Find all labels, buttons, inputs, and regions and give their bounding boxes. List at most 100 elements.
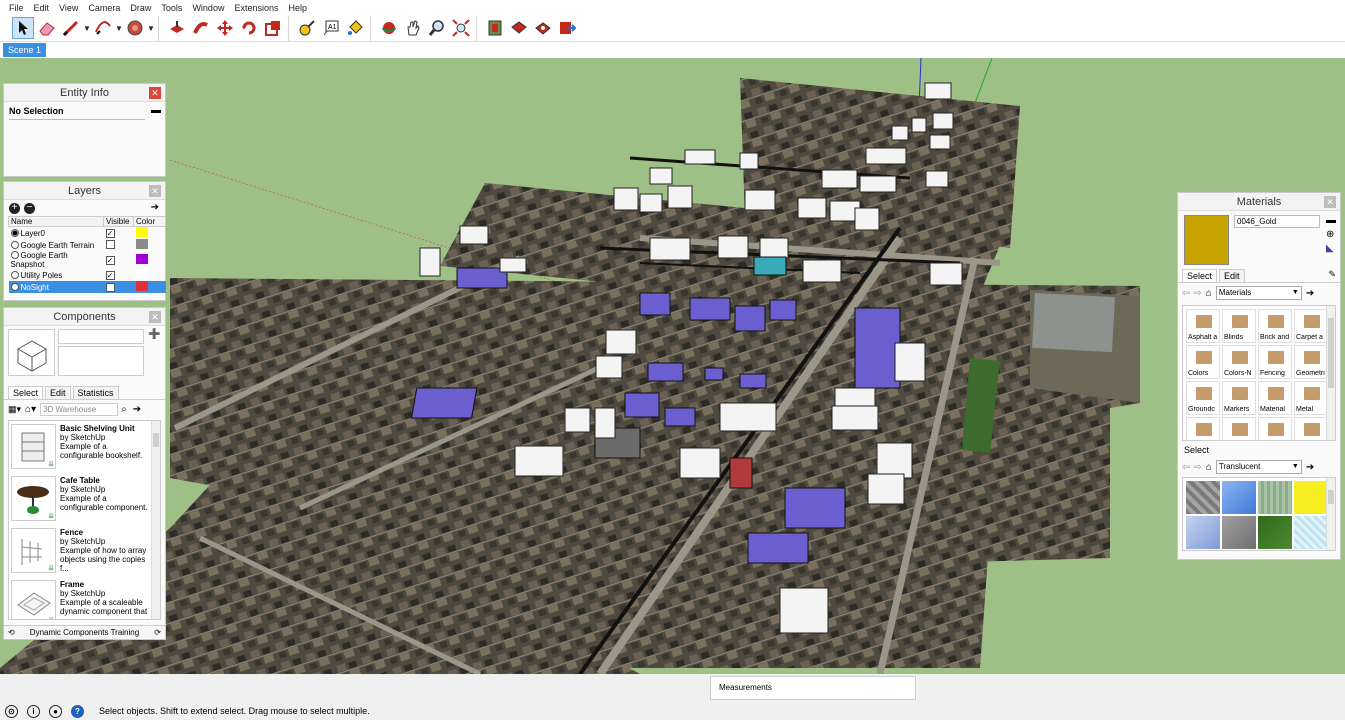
menu-tools[interactable]: Tools bbox=[156, 3, 187, 13]
material-folder[interactable]: Blinds bbox=[1222, 309, 1256, 343]
material-folder[interactable] bbox=[1294, 417, 1328, 440]
layer-name[interactable]: Utility Poles bbox=[21, 271, 63, 280]
materials-scrollbar[interactable] bbox=[1326, 306, 1335, 440]
add-layer-icon[interactable]: + bbox=[9, 202, 20, 214]
follow-me-tool-icon[interactable] bbox=[190, 17, 212, 39]
zoom-extents-tool-icon[interactable] bbox=[450, 17, 472, 39]
line-tool-icon[interactable] bbox=[60, 17, 82, 39]
layer-row[interactable]: Utility Poles ✓ bbox=[9, 269, 166, 281]
tab-edit[interactable]: Edit bbox=[1219, 269, 1245, 282]
close-icon[interactable]: ✕ bbox=[1324, 196, 1336, 208]
layer-row[interactable]: Layer0 ✓ bbox=[9, 227, 166, 240]
measurements-box[interactable]: Measurements bbox=[710, 676, 916, 700]
layer-color-swatch[interactable] bbox=[135, 254, 148, 264]
close-icon[interactable]: ✕ bbox=[149, 87, 161, 99]
layer-row[interactable]: Google Earth Terrain bbox=[9, 239, 166, 251]
material-swatch[interactable] bbox=[1222, 481, 1256, 514]
footer-link-text[interactable]: Dynamic Components Training bbox=[30, 628, 139, 637]
default-material-icon[interactable]: ◣ bbox=[1326, 243, 1336, 254]
forward-arrow-icon[interactable]: ⇨ bbox=[1193, 288, 1201, 299]
view-options-icon[interactable]: ▦▾ bbox=[8, 404, 21, 415]
tab-select[interactable]: Select bbox=[8, 386, 44, 399]
material-folder[interactable]: Geometri bbox=[1294, 345, 1328, 379]
column-name[interactable]: Name bbox=[8, 216, 104, 227]
component-name-field[interactable] bbox=[58, 329, 144, 344]
material-folder[interactable] bbox=[1186, 417, 1220, 440]
material-swatch[interactable] bbox=[1186, 481, 1220, 514]
eraser-tool-icon[interactable] bbox=[36, 17, 58, 39]
forward-icon[interactable]: ➔ bbox=[133, 404, 141, 415]
material-swatch[interactable] bbox=[1294, 481, 1328, 514]
material-folder[interactable]: Markers bbox=[1222, 381, 1256, 415]
home-icon[interactable]: ⌂ bbox=[1206, 288, 1212, 299]
move-tool-icon[interactable] bbox=[214, 17, 236, 39]
visible-checkbox[interactable]: ✓ bbox=[105, 270, 115, 280]
text-tool-icon[interactable]: A1 bbox=[320, 17, 342, 39]
menu-help[interactable]: Help bbox=[283, 3, 312, 13]
menu-window[interactable]: Window bbox=[187, 3, 229, 13]
footer-toggle-icon[interactable]: ⟳ bbox=[154, 626, 161, 639]
menu-camera[interactable]: Camera bbox=[83, 3, 125, 13]
layer-name[interactable]: Google Earth Snapshot bbox=[11, 251, 68, 269]
list-item[interactable]: ⇊ Basic Shelving Unit by SketchUp Exampl… bbox=[9, 421, 160, 473]
material-swatch[interactable] bbox=[1222, 516, 1256, 549]
layer-color-swatch[interactable] bbox=[135, 239, 148, 249]
details-arrow-icon[interactable]: ➔ bbox=[1306, 288, 1314, 299]
search-icon[interactable]: ⌕ bbox=[121, 404, 127, 415]
delete-layer-icon[interactable]: − bbox=[24, 202, 35, 214]
material-folder[interactable]: Carpet a bbox=[1294, 309, 1328, 343]
list-item[interactable]: ⇊ Frame by SketchUp Example of a scaleab… bbox=[9, 577, 160, 619]
components-scrollbar[interactable] bbox=[151, 421, 160, 619]
zoom-tool-icon[interactable] bbox=[426, 17, 448, 39]
menu-extensions[interactable]: Extensions bbox=[229, 3, 283, 13]
tab-select[interactable]: Select bbox=[1182, 269, 1218, 282]
shape-tool-icon[interactable] bbox=[124, 17, 146, 39]
layer-color-swatch[interactable] bbox=[135, 269, 148, 279]
layer-row-selected[interactable]: NoSight ✓ bbox=[8, 281, 166, 293]
tab-edit[interactable]: Edit bbox=[45, 386, 71, 399]
layers-details-icon[interactable]: ➔ bbox=[151, 202, 159, 213]
current-material-swatch[interactable] bbox=[1184, 215, 1229, 265]
material-folder[interactable]: Metal bbox=[1294, 381, 1328, 415]
layer-color-swatch[interactable] bbox=[135, 227, 148, 237]
shape-dropdown-icon[interactable]: ▼ bbox=[147, 24, 155, 33]
paint-bucket-tool-icon[interactable] bbox=[344, 17, 366, 39]
column-visible[interactable]: Visible bbox=[103, 216, 134, 227]
column-color[interactable]: Color bbox=[133, 216, 166, 227]
warehouse-search-input[interactable]: 3D Warehouse bbox=[40, 402, 119, 416]
material-swatch[interactable] bbox=[1294, 516, 1328, 549]
rotate-tool-icon[interactable] bbox=[238, 17, 260, 39]
components-footer[interactable]: ⟲ Dynamic Components Training ⟳ bbox=[4, 625, 165, 639]
forward-arrow-icon[interactable]: ⇨ bbox=[1193, 462, 1201, 473]
details-arrow-icon[interactable]: ➔ bbox=[1306, 462, 1314, 473]
home-icon[interactable]: ⌂ bbox=[1206, 462, 1212, 473]
pan-tool-icon[interactable] bbox=[402, 17, 424, 39]
help-icon[interactable]: ? bbox=[71, 704, 84, 718]
material-folder[interactable]: Groundc bbox=[1186, 381, 1220, 415]
geolocation-icon[interactable]: ⊙ bbox=[5, 704, 18, 718]
user-icon[interactable]: ● bbox=[49, 704, 62, 718]
component-description-field[interactable] bbox=[58, 346, 144, 376]
translucent-scrollbar[interactable] bbox=[1326, 478, 1335, 550]
scale-tool-icon[interactable] bbox=[262, 17, 284, 39]
material-folder[interactable] bbox=[1222, 417, 1256, 440]
warehouse-icon[interactable] bbox=[484, 17, 506, 39]
extension-warehouse-icon[interactable] bbox=[508, 17, 530, 39]
active-layer-radio[interactable] bbox=[10, 282, 19, 291]
push-pull-tool-icon[interactable] bbox=[166, 17, 188, 39]
material-swatch[interactable] bbox=[1186, 516, 1220, 549]
material-swatch[interactable] bbox=[1258, 481, 1292, 514]
close-icon[interactable]: ✕ bbox=[149, 185, 161, 197]
active-layer-radio[interactable] bbox=[10, 270, 19, 279]
menu-file[interactable]: File bbox=[4, 3, 29, 13]
tape-measure-tool-icon[interactable] bbox=[296, 17, 318, 39]
material-folder[interactable]: Colors-N bbox=[1222, 345, 1256, 379]
layer-row[interactable]: Google Earth Snapshot ✓ bbox=[9, 251, 166, 269]
material-folder[interactable]: Asphalt a bbox=[1186, 309, 1220, 343]
visible-checkbox[interactable] bbox=[105, 239, 115, 249]
material-folder[interactable]: Brick and bbox=[1258, 309, 1292, 343]
arc-tool-icon[interactable] bbox=[92, 17, 114, 39]
orbit-tool-icon[interactable] bbox=[378, 17, 400, 39]
create-material-icon[interactable]: ⊕ bbox=[1326, 229, 1336, 240]
back-arrow-icon[interactable]: ⇦ bbox=[1182, 288, 1190, 299]
